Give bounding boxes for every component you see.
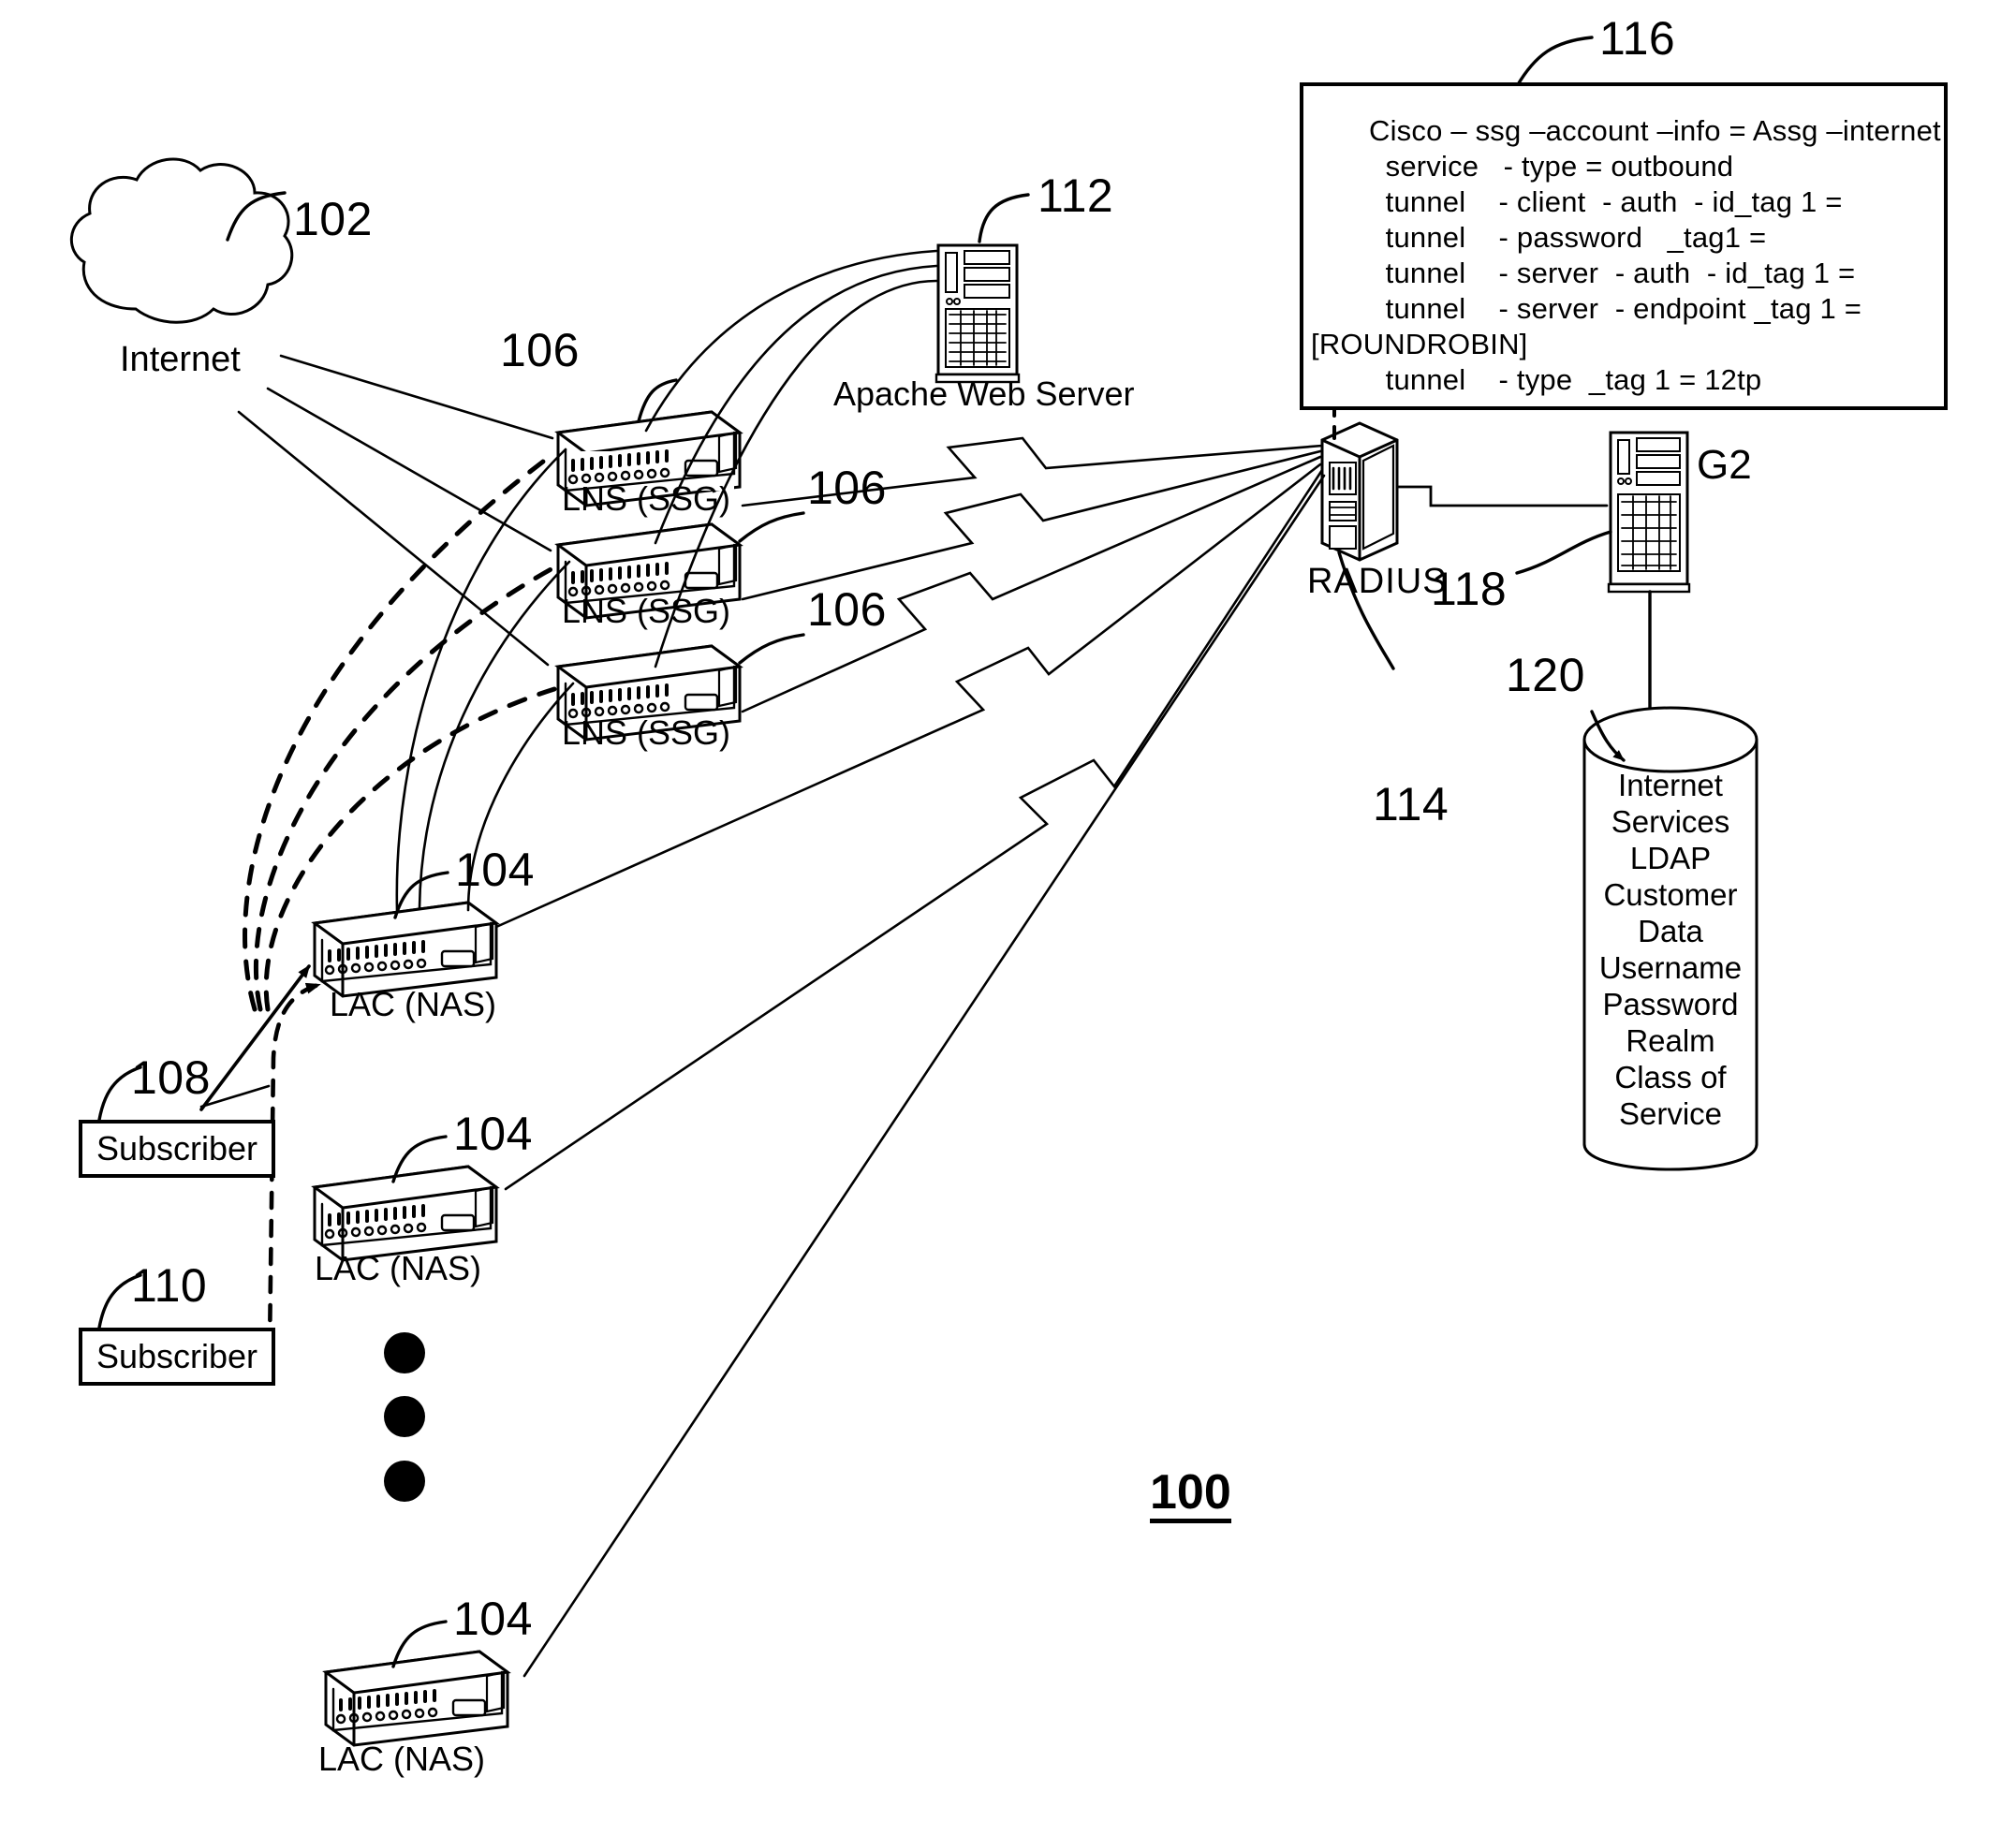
config-line-5: tunnel - server - endpoint _tag 1 =	[1369, 292, 1862, 325]
ref-106-2: 106	[807, 462, 887, 514]
subscriber-108-label: Subscriber	[96, 1129, 258, 1168]
config-line-2: tunnel - client - auth - id_tag 1 =	[1369, 185, 1843, 218]
config-line-1: service - type = outbound	[1369, 150, 1734, 183]
lac-router-3-label: LAC (NAS)	[318, 1740, 486, 1778]
subscriber-box-110[interactable]: Subscriber	[79, 1328, 275, 1386]
ref-106-3: 106	[807, 583, 887, 636]
g2-server	[1607, 431, 1691, 594]
config-line-6: [ROUNDROBIN]	[1311, 328, 1528, 360]
apache-web-server	[934, 243, 1021, 384]
lac-router-2	[311, 1165, 500, 1262]
ref-114: 114	[1373, 778, 1449, 830]
subscriber-110-label: Subscriber	[96, 1337, 258, 1375]
leader-116	[1515, 36, 1594, 88]
db-line-9: Service	[1618, 1096, 1723, 1131]
leader-118	[1515, 530, 1612, 575]
ref-110: 110	[131, 1259, 208, 1312]
ref-116: 116	[1599, 12, 1676, 65]
radius-server	[1320, 421, 1399, 562]
lns-router-1-label: LNS (SSG)	[562, 479, 731, 518]
lac-router-1	[311, 901, 500, 998]
leader-106-3	[738, 633, 805, 665]
lac-router-2-label: LAC (NAS)	[315, 1249, 482, 1287]
vertical-ellipsis	[384, 1332, 425, 1502]
config-line-0: Cisco – ssg –account –info = Assg –inter…	[1369, 114, 1941, 147]
internet-cloud	[69, 157, 294, 324]
config-line-4: tunnel - server - auth - id_tag 1 =	[1369, 257, 1856, 289]
link-cloud-lns3	[237, 410, 550, 667]
link-radius-g2	[1395, 485, 1609, 507]
db-line-4: Data	[1638, 914, 1703, 948]
g2-server-label: G2	[1697, 442, 1752, 488]
apache-web-server-label: Apache Web Server	[833, 375, 1135, 413]
ref-120: 120	[1506, 649, 1585, 701]
db-line-0: Internet	[1618, 768, 1723, 802]
figure-number: 100	[1150, 1468, 1231, 1523]
leader-106-2	[738, 511, 805, 543]
lns-router-2-label: LNS (SSG)	[562, 592, 731, 630]
lac-router-1-label: LAC (NAS)	[330, 985, 497, 1023]
ref-104-3: 104	[453, 1593, 533, 1645]
lns-router-3-label: LNS (SSG)	[562, 713, 731, 752]
db-line-3: Customer	[1603, 877, 1738, 912]
db-line-1: Services	[1611, 804, 1730, 839]
ref-108: 108	[131, 1051, 211, 1104]
leader-106-1	[637, 378, 678, 423]
config-line-3: tunnel - password _tag1 =	[1369, 221, 1767, 254]
lac-router-3	[322, 1650, 511, 1747]
db-line-7: Realm	[1626, 1023, 1715, 1058]
config-line-7: tunnel - type _tag 1 = 12tp	[1369, 363, 1762, 396]
subscriber-box-108[interactable]: Subscriber	[79, 1120, 275, 1178]
ref-112: 112	[1037, 169, 1114, 222]
ref-104-2: 104	[453, 1108, 533, 1160]
db-line-2: LDAP	[1629, 841, 1712, 875]
link-subscriber108-lac1	[199, 964, 311, 1111]
ref-102: 102	[293, 193, 373, 245]
db-line-8: Class of	[1614, 1060, 1727, 1094]
leader-112	[978, 193, 1030, 243]
ref-106-1: 106	[500, 324, 580, 376]
ref-118: 118	[1431, 563, 1508, 615]
db-line-6: Password	[1602, 987, 1739, 1021]
internet-cloud-label: Internet	[120, 340, 241, 379]
radius-server-label: RADIUS	[1307, 562, 1448, 601]
db-line-5: Username	[1598, 950, 1743, 985]
ref-104-1: 104	[455, 844, 535, 896]
link-subscriber110-lac1	[267, 982, 321, 1351]
